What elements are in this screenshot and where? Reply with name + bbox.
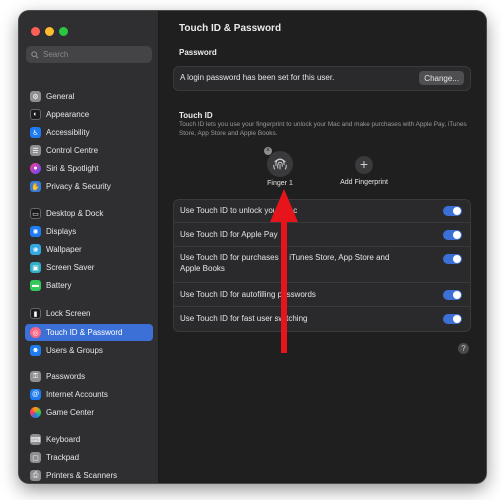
annotation-arrow — [270, 189, 298, 353]
